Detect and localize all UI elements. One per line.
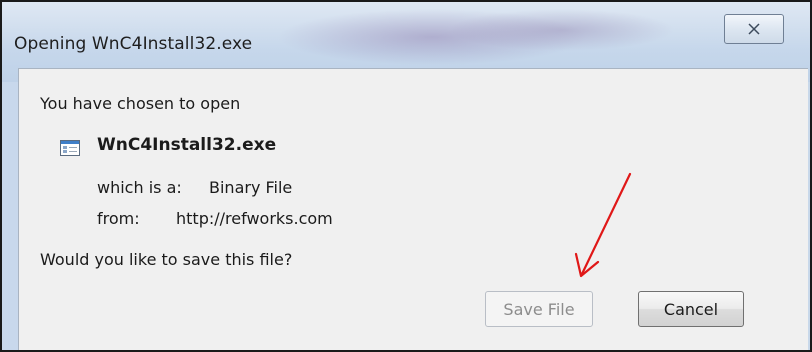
cancel-button[interactable]: Cancel [638,291,744,327]
window-title: Opening WnC4Install32.exe [14,34,253,54]
application-file-icon [60,140,80,156]
dialog-body: You have chosen to open WnC4Install32.ex… [18,68,808,350]
open-prompt: You have chosen to open [40,94,241,113]
save-file-button[interactable]: Save File [485,291,593,327]
source-label: from: [97,209,140,228]
dialog-window: Opening WnC4Install32.exe You have chose… [0,0,812,352]
close-button[interactable] [724,14,784,44]
file-type-value: Binary File [209,178,293,197]
save-prompt: Would you like to save this file? [40,250,293,269]
file-name: WnC4Install32.exe [97,135,277,155]
file-type-label: which is a: [97,178,182,197]
source-value: http://refworks.com [176,209,333,228]
close-x-icon [748,23,760,35]
